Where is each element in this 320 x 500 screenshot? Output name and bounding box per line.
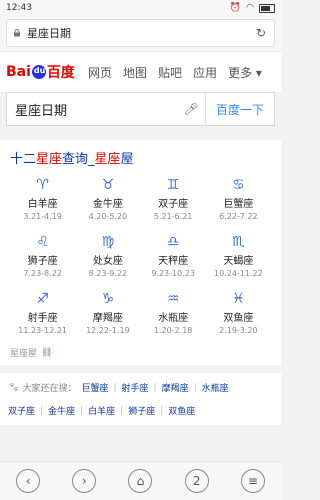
baidu-header: Bai 百度 网页 地图 贴吧 应用 更多 ▾: [0, 52, 281, 92]
related-link[interactable]: 白羊座: [88, 404, 115, 417]
nav-apps[interactable]: 应用: [193, 64, 217, 81]
zodiac-grid: ♈ 白羊座 3.21-4.19 ♉ 金牛座 4.20-5.20 ♊ 双子座 5.21-6.2…: [10, 177, 271, 335]
related-row: 双子座 | 金牛座 | 白羊座 | 狮子座 | 双鱼座: [8, 404, 273, 418]
separator: |: [113, 382, 117, 393]
separator: |: [40, 405, 44, 416]
lock-icon: [14, 29, 20, 37]
related-link[interactable]: 双子座: [8, 404, 35, 417]
card-title[interactable]: 十二星座查询_星座屋: [10, 148, 271, 167]
related-row: 🐾︎ 大家还在搜： 巨蟹座 | 射手座 | 摩羯座 | 水瓶座: [8, 381, 273, 395]
zodiac-item[interactable]: ♏ 天蝎座 10.24-11.22: [206, 234, 271, 278]
zodiac-item[interactable]: ♑ 摩羯座 12.22-1.19: [75, 291, 140, 335]
paw-icon: [31, 65, 46, 79]
menu-icon[interactable]: ≡: [240, 469, 265, 493]
cancer-icon: ♋: [232, 177, 245, 193]
logo-bai: Bai: [6, 64, 31, 80]
zodiac-item[interactable]: ♐ 射手座 11.23-12.21: [10, 291, 75, 335]
separator: |: [160, 405, 164, 416]
address-bar[interactable]: 星座日期 ↻: [6, 19, 275, 47]
sagittarius-icon: ♐: [36, 291, 49, 307]
tabs-count-button[interactable]: 2: [184, 469, 209, 493]
top-nav: 网页 地图 贴吧 应用 更多 ▾: [88, 64, 262, 81]
taurus-icon: ♉: [101, 177, 115, 193]
gemini-icon: ♊: [166, 177, 180, 193]
reload-icon[interactable]: ↻: [254, 26, 268, 40]
libra-icon: ♎: [166, 234, 180, 250]
forward-icon[interactable]: ›: [72, 469, 97, 493]
baidu-logo[interactable]: Bai 百度: [6, 62, 78, 82]
related-link[interactable]: 巨蟹座: [81, 381, 108, 394]
zodiac-item[interactable]: ♓ 双鱼座 2.19-3.20: [206, 291, 271, 335]
separator: |: [80, 405, 84, 416]
search-button[interactable]: 百度一下: [205, 93, 274, 125]
related-link[interactable]: 摩羯座: [162, 381, 189, 394]
wifi-icon: ◠: [246, 3, 254, 13]
zodiac-item[interactable]: ♌ 狮子座 7.23-8.22: [10, 234, 75, 278]
zodiac-item[interactable]: ♍ 处女座 8.23-9.22: [75, 234, 140, 278]
capricorn-icon: ♑: [101, 291, 115, 307]
battery-icon: [259, 3, 275, 13]
status-time: 12:43: [6, 3, 32, 13]
chevron-down-icon: ▾: [252, 65, 262, 80]
zodiac-item[interactable]: ♎ 天秤座 9.23-10.23: [141, 234, 206, 278]
status-icons: ⏰ ◠: [230, 3, 275, 13]
related-link[interactable]: 水瓶座: [202, 381, 229, 394]
zodiac-item[interactable]: ♈ 白羊座 3.21-4.19: [10, 177, 75, 221]
zodiac-card: 十二星座查询_星座屋 ♈ 白羊座 3.21-4.19 ♉ 金牛座 4.20-5.20 ♊…: [0, 140, 281, 365]
logo-cn: 百度: [46, 65, 75, 81]
zodiac-item[interactable]: ♉ 金牛座 4.20-5.20: [75, 177, 140, 221]
back-icon[interactable]: ‹: [16, 469, 41, 493]
separator: |: [120, 405, 124, 416]
zodiac-item[interactable]: ♊ 双子座 5.21-6.21: [141, 177, 206, 221]
virgo-icon: ♍: [101, 234, 115, 250]
home-icon[interactable]: ⌂: [128, 469, 153, 493]
search-box: 星座日期 🎤︎ 百度一下: [6, 92, 275, 126]
address-text: 星座日期: [27, 27, 71, 40]
related-link[interactable]: 狮子座: [128, 404, 155, 417]
nav-web[interactable]: 网页: [88, 64, 112, 81]
card-source[interactable]: 星座屋 ⛓: [10, 346, 271, 360]
pisces-icon: ♓: [232, 291, 245, 307]
zodiac-item[interactable]: ♋ 巨蟹座 6.22-7.22: [206, 177, 271, 221]
link-icon: ⛓: [41, 347, 53, 358]
related-label: 🐾︎ 大家还在搜：: [8, 382, 77, 395]
search-input[interactable]: 星座日期: [7, 100, 177, 119]
microphone-icon[interactable]: 🎤︎: [177, 102, 205, 116]
separator: |: [193, 382, 197, 393]
related-link[interactable]: 射手座: [122, 381, 149, 394]
separator: |: [153, 382, 157, 393]
aries-icon: ♈: [36, 177, 49, 193]
alarm-icon: ⏰: [229, 3, 242, 13]
browser-bottom-bar: ‹ › ⌂ 2 ≡: [0, 461, 281, 500]
browser-urlbar-container: 星座日期 ↻: [0, 16, 281, 51]
status-bar: 12:43 ⏰ ◠: [0, 0, 281, 16]
leo-icon: ♌: [36, 234, 49, 250]
aquarius-icon: ♒: [166, 291, 180, 307]
scorpio-icon: ♏: [232, 234, 245, 250]
paw-icon: 🐾︎: [8, 382, 20, 393]
nav-tieba[interactable]: 贴吧: [158, 64, 182, 81]
nav-map[interactable]: 地图: [123, 64, 147, 81]
zodiac-item[interactable]: ♒ 水瓶座 1.20-2.18: [141, 291, 206, 335]
related-link[interactable]: 金牛座: [48, 404, 75, 417]
related-link[interactable]: 双鱼座: [168, 404, 195, 417]
related-searches: 🐾︎ 大家还在搜： 巨蟹座 | 射手座 | 摩羯座 | 水瓶座 双子座 | 金牛…: [0, 373, 281, 425]
nav-more[interactable]: 更多 ▾: [228, 64, 262, 81]
